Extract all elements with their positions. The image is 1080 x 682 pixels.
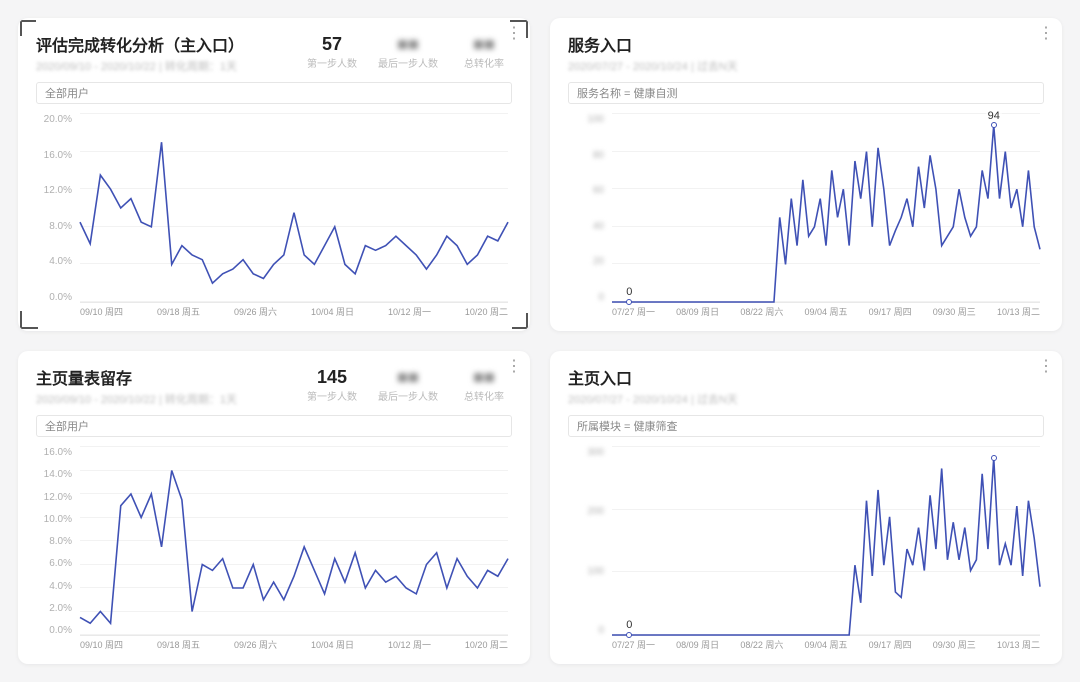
metric-label: 总转化率 xyxy=(464,388,504,403)
card-metrics: 57第一步人数 ■■最后一步人数 ■■总转化率 xyxy=(304,32,512,70)
plot-area xyxy=(80,447,508,636)
line-series xyxy=(612,447,1040,635)
more-icon[interactable]: ⋮ xyxy=(506,359,522,375)
filter-tag[interactable]: 服务名称 = 健康自测 xyxy=(568,82,1044,104)
metric-label: 总转化率 xyxy=(464,55,504,70)
peak-marker xyxy=(991,455,997,461)
x-axis: 09/10 周四09/18 周五09/26 周六10/04 周日10/12 周一… xyxy=(80,305,508,323)
filter-tag[interactable]: 所属模块 = 健康筛查 xyxy=(568,415,1044,437)
y-axis: 100806040200 xyxy=(568,114,608,303)
metric-value: 57 xyxy=(322,34,342,55)
plot-area xyxy=(80,114,508,303)
y-axis: 16.0%14.0%12.0%10.0%8.0%6.0%4.0%2.0%0.0% xyxy=(36,447,76,636)
dashboard-grid: ⋮ 评估完成转化分析（主入口） 2020/09/10 - 2020/10/22 … xyxy=(18,18,1062,664)
card-service-entry[interactable]: ⋮ 服务入口 2020/07/27 - 2020/10/24 | 过去N天 服务… xyxy=(550,18,1062,331)
chart-area: 3002001000 0 07/27 周一08/09 周日08/22 周六09/04… xyxy=(568,447,1044,656)
card-title: 主页量表留存 xyxy=(36,365,237,389)
card-title: 评估完成转化分析（主入口） xyxy=(36,32,244,56)
metric-label: 第一步人数 xyxy=(307,55,357,70)
peak-marker xyxy=(991,122,997,128)
card-subtitle: 2020/09/10 - 2020/10/22 | 转化周期：1天 xyxy=(36,58,244,74)
metric-value: 145 xyxy=(317,367,347,388)
x-axis: 07/27 周一08/09 周日08/22 周六09/04 周五09/17 周四… xyxy=(612,305,1040,323)
metric-value: ■■ xyxy=(473,34,495,55)
card-subtitle: 2020/07/27 - 2020/10/24 | 过去N天 xyxy=(568,391,1044,407)
x-axis: 09/10 周四09/18 周五09/26 周六10/04 周日10/12 周一… xyxy=(80,638,508,656)
metric-value: ■■ xyxy=(397,34,419,55)
chart-area: 100806040200094 07/27 周一08/09 周日08/22 周六0… xyxy=(568,114,1044,323)
y-axis: 20.0%16.0%12.0%8.0%4.0%0.0% xyxy=(36,114,76,303)
metric-value: ■■ xyxy=(473,367,495,388)
y-axis: 3002001000 xyxy=(568,447,608,636)
metric-label: 最后一步人数 xyxy=(378,388,438,403)
card-homepage-entry[interactable]: ⋮ 主页入口 2020/07/27 - 2020/10/24 | 过去N天 所属… xyxy=(550,351,1062,664)
card-conversion-analysis[interactable]: ⋮ 评估完成转化分析（主入口） 2020/09/10 - 2020/10/22 … xyxy=(18,18,530,331)
card-homepage-retention[interactable]: ⋮ 主页量表留存 2020/09/10 - 2020/10/22 | 转化周期：… xyxy=(18,351,530,664)
card-subtitle: 2020/07/27 - 2020/10/24 | 过去N天 xyxy=(568,58,1044,74)
chart-area: 16.0%14.0%12.0%10.0%8.0%6.0%4.0%2.0%0.0%… xyxy=(36,447,512,656)
more-icon[interactable]: ⋮ xyxy=(1038,26,1054,42)
metric-label: 第一步人数 xyxy=(307,388,357,403)
metric-label: 最后一步人数 xyxy=(378,55,438,70)
peak-label: 94 xyxy=(986,110,1002,122)
data-point-label: 0 xyxy=(624,286,634,298)
card-metrics: 145第一步人数 ■■最后一步人数 ■■总转化率 xyxy=(304,365,512,403)
line-series xyxy=(80,447,508,635)
x-axis: 07/27 周一08/09 周日08/22 周六09/04 周五09/17 周四… xyxy=(612,638,1040,656)
chart-area: 20.0%16.0%12.0%8.0%4.0%0.0%09/10 周四09/18… xyxy=(36,114,512,323)
line-series xyxy=(80,114,508,302)
more-icon[interactable]: ⋮ xyxy=(1038,359,1054,375)
metric-value: ■■ xyxy=(397,367,419,388)
plot-area: 0 xyxy=(612,447,1040,636)
card-title: 服务入口 xyxy=(568,32,1044,56)
data-point-label: 0 xyxy=(624,619,634,631)
more-icon[interactable]: ⋮ xyxy=(506,26,522,42)
plot-area: 094 xyxy=(612,114,1040,303)
card-subtitle: 2020/09/10 - 2020/10/22 | 转化周期：1天 xyxy=(36,391,237,407)
filter-tag[interactable]: 全部用户 xyxy=(36,415,512,437)
card-title: 主页入口 xyxy=(568,365,1044,389)
filter-tag[interactable]: 全部用户 xyxy=(36,82,512,104)
line-series xyxy=(612,114,1040,302)
